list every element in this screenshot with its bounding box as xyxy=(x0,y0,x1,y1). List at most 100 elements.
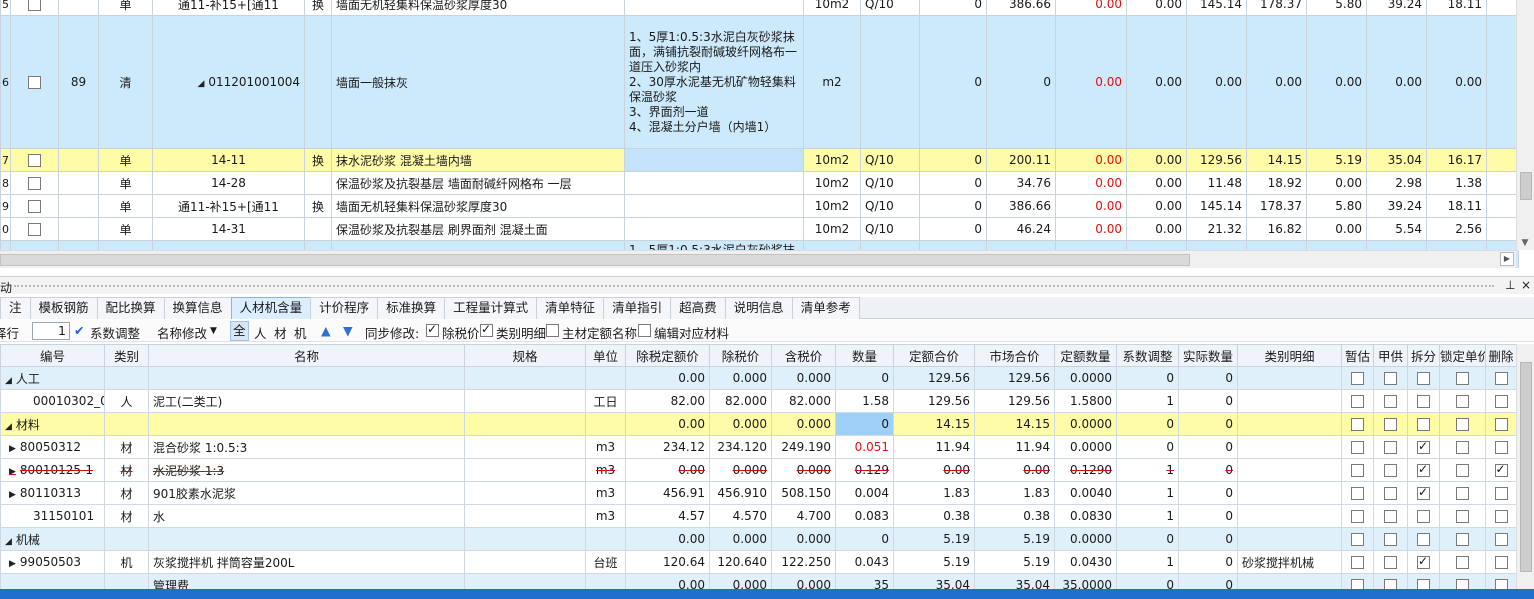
resource-spec[interactable] xyxy=(464,458,586,482)
actual-quantity[interactable]: 0 xyxy=(1178,481,1238,505)
tab-quantity-formula[interactable]: 工程量计算式 xyxy=(444,297,538,319)
quota-quantity[interactable]: 0.0040 xyxy=(1054,481,1117,505)
price-with-tax[interactable]: 0.000 xyxy=(771,527,836,551)
upper-vertical-scrollbar[interactable] xyxy=(1516,0,1534,250)
sync-category-checkbox[interactable] xyxy=(480,322,493,337)
resource-type[interactable]: 材 xyxy=(104,435,149,459)
spacer-cell[interactable] xyxy=(1486,15,1519,149)
resource-row[interactable]: 00010302_01 人 泥工(二类工) 工日 82.00 82.000 82.000 1.… xyxy=(0,389,1517,413)
flag-checkbox-zg[interactable] xyxy=(1351,372,1364,385)
collapse-triangle-icon[interactable]: ◢ xyxy=(5,376,12,386)
resource-row[interactable]: ▶ 80110313 材 901胶素水泥浆 m3 456.91 456.910 508.150… xyxy=(0,481,1517,505)
unit-price[interactable]: 46.24 xyxy=(986,217,1056,241)
market-total[interactable]: 0.00 xyxy=(974,458,1055,482)
flag-cell-cf[interactable] xyxy=(1407,550,1440,574)
flag-checkbox-cf[interactable] xyxy=(1417,395,1430,408)
item-description[interactable] xyxy=(624,148,804,172)
coefficient-adjust[interactable]: 0 xyxy=(1116,366,1179,390)
resource-quantity[interactable]: 1.58 xyxy=(835,389,894,413)
item-description[interactable] xyxy=(624,171,804,195)
flag-checkbox-del[interactable] xyxy=(1494,556,1508,569)
resource-type[interactable]: 材 xyxy=(104,481,149,505)
flag-checkbox-del[interactable] xyxy=(1494,533,1508,546)
quantity-expression[interactable] xyxy=(860,15,920,149)
flag-cell-lock[interactable] xyxy=(1439,366,1486,390)
cost-col-6[interactable]: 1.38 xyxy=(1426,171,1487,195)
category-detail[interactable]: 砂浆搅拌机械 xyxy=(1237,550,1342,574)
quota-quantity[interactable]: 0.1290 xyxy=(1054,458,1117,482)
checkbox[interactable] xyxy=(28,0,41,11)
resource-name[interactable] xyxy=(148,366,465,390)
price-no-tax[interactable]: 0.000 xyxy=(709,366,772,390)
resource-unit[interactable] xyxy=(585,527,626,551)
price-no-tax[interactable]: 0.000 xyxy=(709,527,772,551)
flag-checkbox-jg[interactable] xyxy=(1384,372,1397,385)
item-description[interactable]: 1、5厚1:0.5:3水泥白灰砂浆抹面，满铺抗裂耐碱玻纤网格布一道压入砂浆内 2… xyxy=(624,15,804,149)
item-unit[interactable]: 10m2 xyxy=(803,171,861,195)
flag-checkbox-lock[interactable] xyxy=(1456,487,1469,500)
base-price-no-tax[interactable]: 456.91 xyxy=(625,481,710,505)
flag-checkbox-jg[interactable] xyxy=(1384,418,1397,431)
unit-price[interactable]: 34.76 xyxy=(986,171,1056,195)
resource-type[interactable] xyxy=(104,412,149,436)
market-total[interactable]: 0.38 xyxy=(974,504,1055,528)
sequence-number[interactable] xyxy=(58,148,99,172)
cost-col-3[interactable]: 18.92 xyxy=(1246,171,1307,195)
flag-cell-del[interactable] xyxy=(1485,435,1517,459)
expand-triangle-icon[interactable]: ▶ xyxy=(9,559,16,569)
flag-cell-del[interactable] xyxy=(1485,550,1517,574)
price-with-tax[interactable]: 4.700 xyxy=(771,504,836,528)
resource-quantity[interactable]: 0 xyxy=(835,527,894,551)
flag-cell-jg[interactable] xyxy=(1373,550,1408,574)
cost-col-1[interactable]: 0.00 xyxy=(1126,194,1187,218)
resource-type[interactable] xyxy=(104,366,149,390)
quantity-expression[interactable]: Q/10 xyxy=(860,194,920,218)
actual-quantity[interactable]: 0 xyxy=(1178,389,1238,413)
conversion-flag[interactable]: 换 xyxy=(304,148,332,172)
price-no-tax[interactable]: 456.910 xyxy=(709,481,772,505)
cost-col-5[interactable]: 0.00 xyxy=(1366,15,1427,149)
conversion-flag[interactable] xyxy=(304,217,332,241)
flag-cell-zg[interactable] xyxy=(1341,573,1374,589)
quota-total[interactable]: 0.00 xyxy=(893,458,975,482)
item-name[interactable]: 墙面无机轻集料保温砂浆厚度30 xyxy=(331,194,625,218)
column-header[interactable]: 甲供 xyxy=(1373,344,1408,367)
flag-checkbox-del[interactable] xyxy=(1494,510,1508,523)
base-price-no-tax[interactable]: 234.12 xyxy=(625,435,710,459)
flag-cell-del[interactable] xyxy=(1485,504,1517,528)
flag-cell-cf[interactable] xyxy=(1407,366,1440,390)
column-header[interactable]: 类别 xyxy=(104,344,149,367)
item-code[interactable]: 通11-补15+[通11 xyxy=(152,194,305,218)
resource-group-row[interactable]: ◢ 材料 0.00 0.000 0.000 0 14.15 14.15 0.0000 0 0 xyxy=(0,412,1517,436)
spacer-cell[interactable] xyxy=(1486,194,1519,218)
collapse-triangle-icon[interactable]: ◢ xyxy=(5,537,12,547)
quantity-expression[interactable]: Q/10 xyxy=(860,171,920,195)
cost-col-5[interactable]: 39.24 xyxy=(1366,194,1427,218)
conversion-flag[interactable]: 换 xyxy=(304,194,332,218)
item-description[interactable] xyxy=(624,0,804,16)
resource-unit[interactable]: 工日 xyxy=(585,389,626,413)
resource-type[interactable]: 材 xyxy=(104,458,149,482)
collapse-triangle-icon[interactable]: ◢ xyxy=(5,422,12,432)
tab-conversion-info[interactable]: 换算信息 xyxy=(163,297,232,319)
quota-quantity[interactable]: 0.0000 xyxy=(1054,435,1117,459)
sync-tax-price-checkbox[interactable] xyxy=(426,322,439,337)
flag-cell-lock[interactable] xyxy=(1439,435,1486,459)
item-unit[interactable]: 10m2 xyxy=(803,148,861,172)
market-total[interactable]: 129.56 xyxy=(974,366,1055,390)
category-detail[interactable] xyxy=(1237,573,1342,589)
quota-total[interactable]: 129.56 xyxy=(893,366,975,390)
quantity[interactable]: 0 xyxy=(919,217,987,241)
conversion-flag[interactable] xyxy=(304,15,332,149)
flag-checkbox-jg[interactable] xyxy=(1384,579,1397,589)
tab-super-height-fee[interactable]: 超高费 xyxy=(670,297,726,319)
unit-price[interactable]: 200.11 xyxy=(986,148,1056,172)
flag-cell-jg[interactable] xyxy=(1373,435,1408,459)
resource-name[interactable]: 水 xyxy=(148,504,465,528)
base-price-no-tax[interactable]: 0.00 xyxy=(625,573,710,589)
coefficient-adjust[interactable]: 1 xyxy=(1116,504,1179,528)
flag-checkbox-del[interactable] xyxy=(1494,462,1508,477)
spacer-cell[interactable] xyxy=(1486,148,1519,172)
resource-code[interactable]: ▶ 80110313 xyxy=(0,481,105,505)
total-price[interactable]: 0.00 xyxy=(1055,148,1127,172)
